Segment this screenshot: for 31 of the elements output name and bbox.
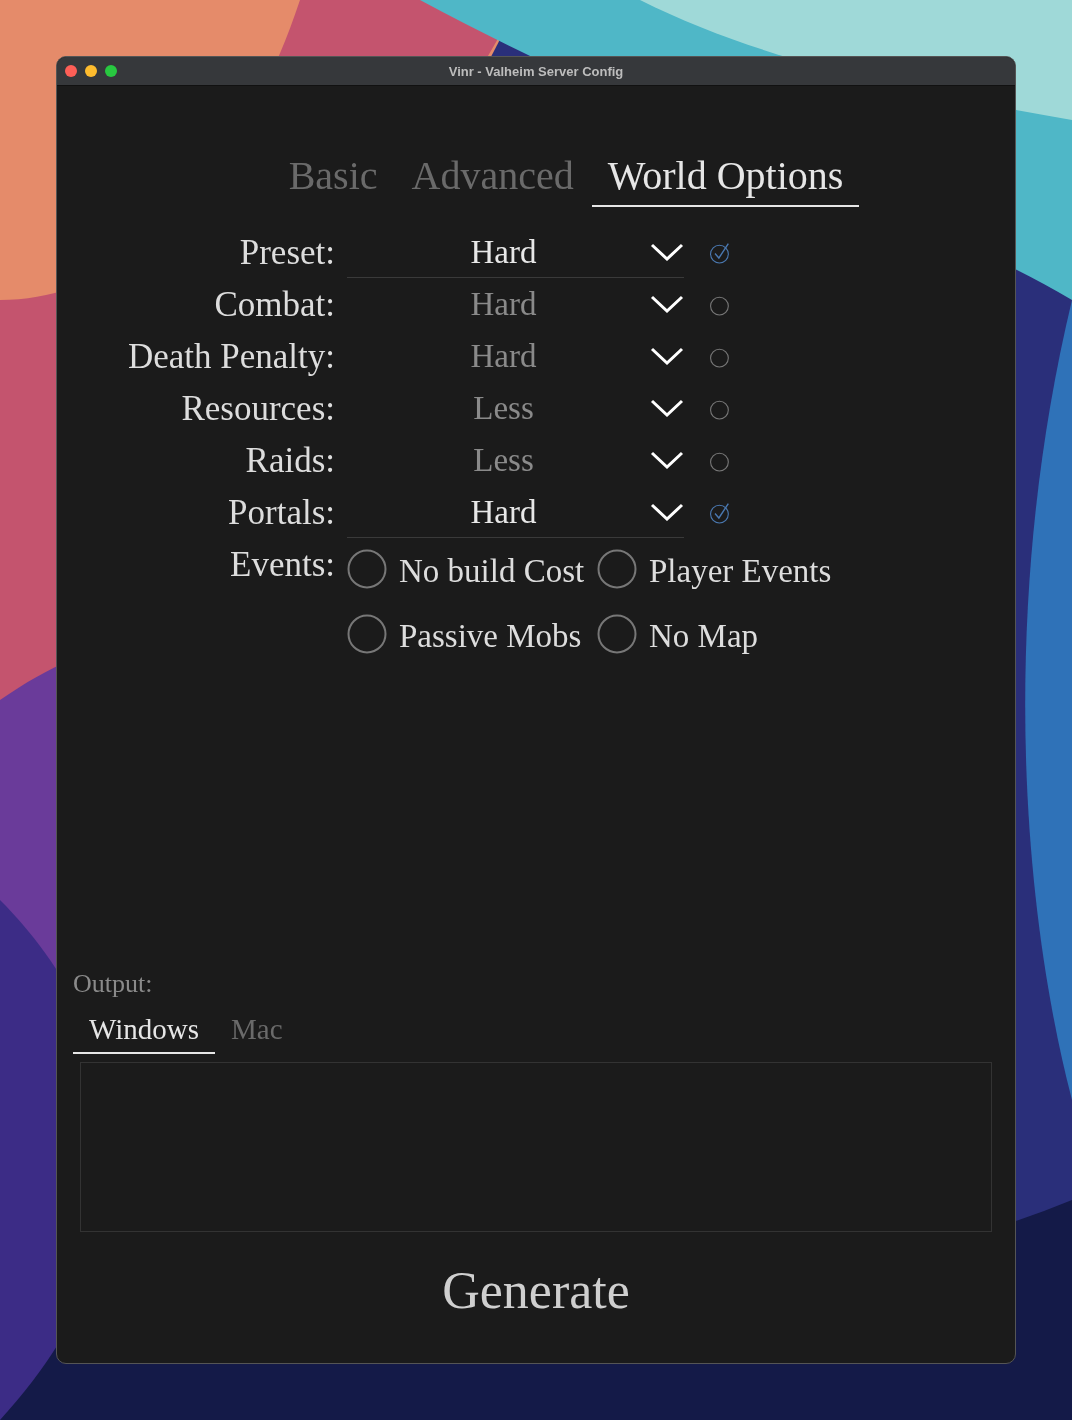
chevron-down-icon — [650, 451, 684, 469]
tab[interactable]: World Options — [591, 146, 860, 207]
chevron-down-icon — [650, 347, 684, 365]
dropdown[interactable]: Hard — [347, 279, 684, 330]
close-button[interactable] — [65, 65, 77, 77]
dropdown[interactable]: Hard — [347, 331, 684, 382]
tab[interactable]: Windows — [73, 1009, 215, 1054]
setting-label: Combat: — [213, 284, 335, 326]
event-radio[interactable]: No Map — [597, 612, 847, 655]
setting-label: Preset: — [238, 232, 335, 274]
minimize-button[interactable] — [85, 65, 97, 77]
events-label: Events: — [229, 544, 335, 586]
dropdown[interactable]: Hard — [347, 227, 684, 278]
event-radio[interactable]: No build Cost — [347, 547, 597, 590]
chevron-down-icon — [650, 503, 684, 521]
setting-label: Death Penalty: — [126, 336, 335, 378]
dropdown[interactable]: Less — [347, 383, 684, 434]
output-label: Output: — [73, 969, 154, 999]
setting-label: Raids: — [244, 440, 335, 482]
dropdown[interactable]: Hard — [347, 487, 684, 538]
chevron-down-icon — [650, 243, 684, 261]
chevron-down-icon — [650, 399, 684, 417]
event-radio[interactable]: Player Events — [597, 547, 847, 590]
setting-label: Portals: — [227, 492, 335, 534]
setting-label: Resources: — [180, 388, 335, 430]
chevron-down-icon — [650, 295, 684, 313]
dropdown[interactable]: Less — [347, 435, 684, 486]
event-radio[interactable]: Passive Mobs — [347, 612, 597, 655]
generate-button[interactable]: Generate — [436, 1260, 636, 1321]
zoom-button[interactable] — [105, 65, 117, 77]
window-title: Vinr - Valheim Server Config — [448, 63, 624, 79]
